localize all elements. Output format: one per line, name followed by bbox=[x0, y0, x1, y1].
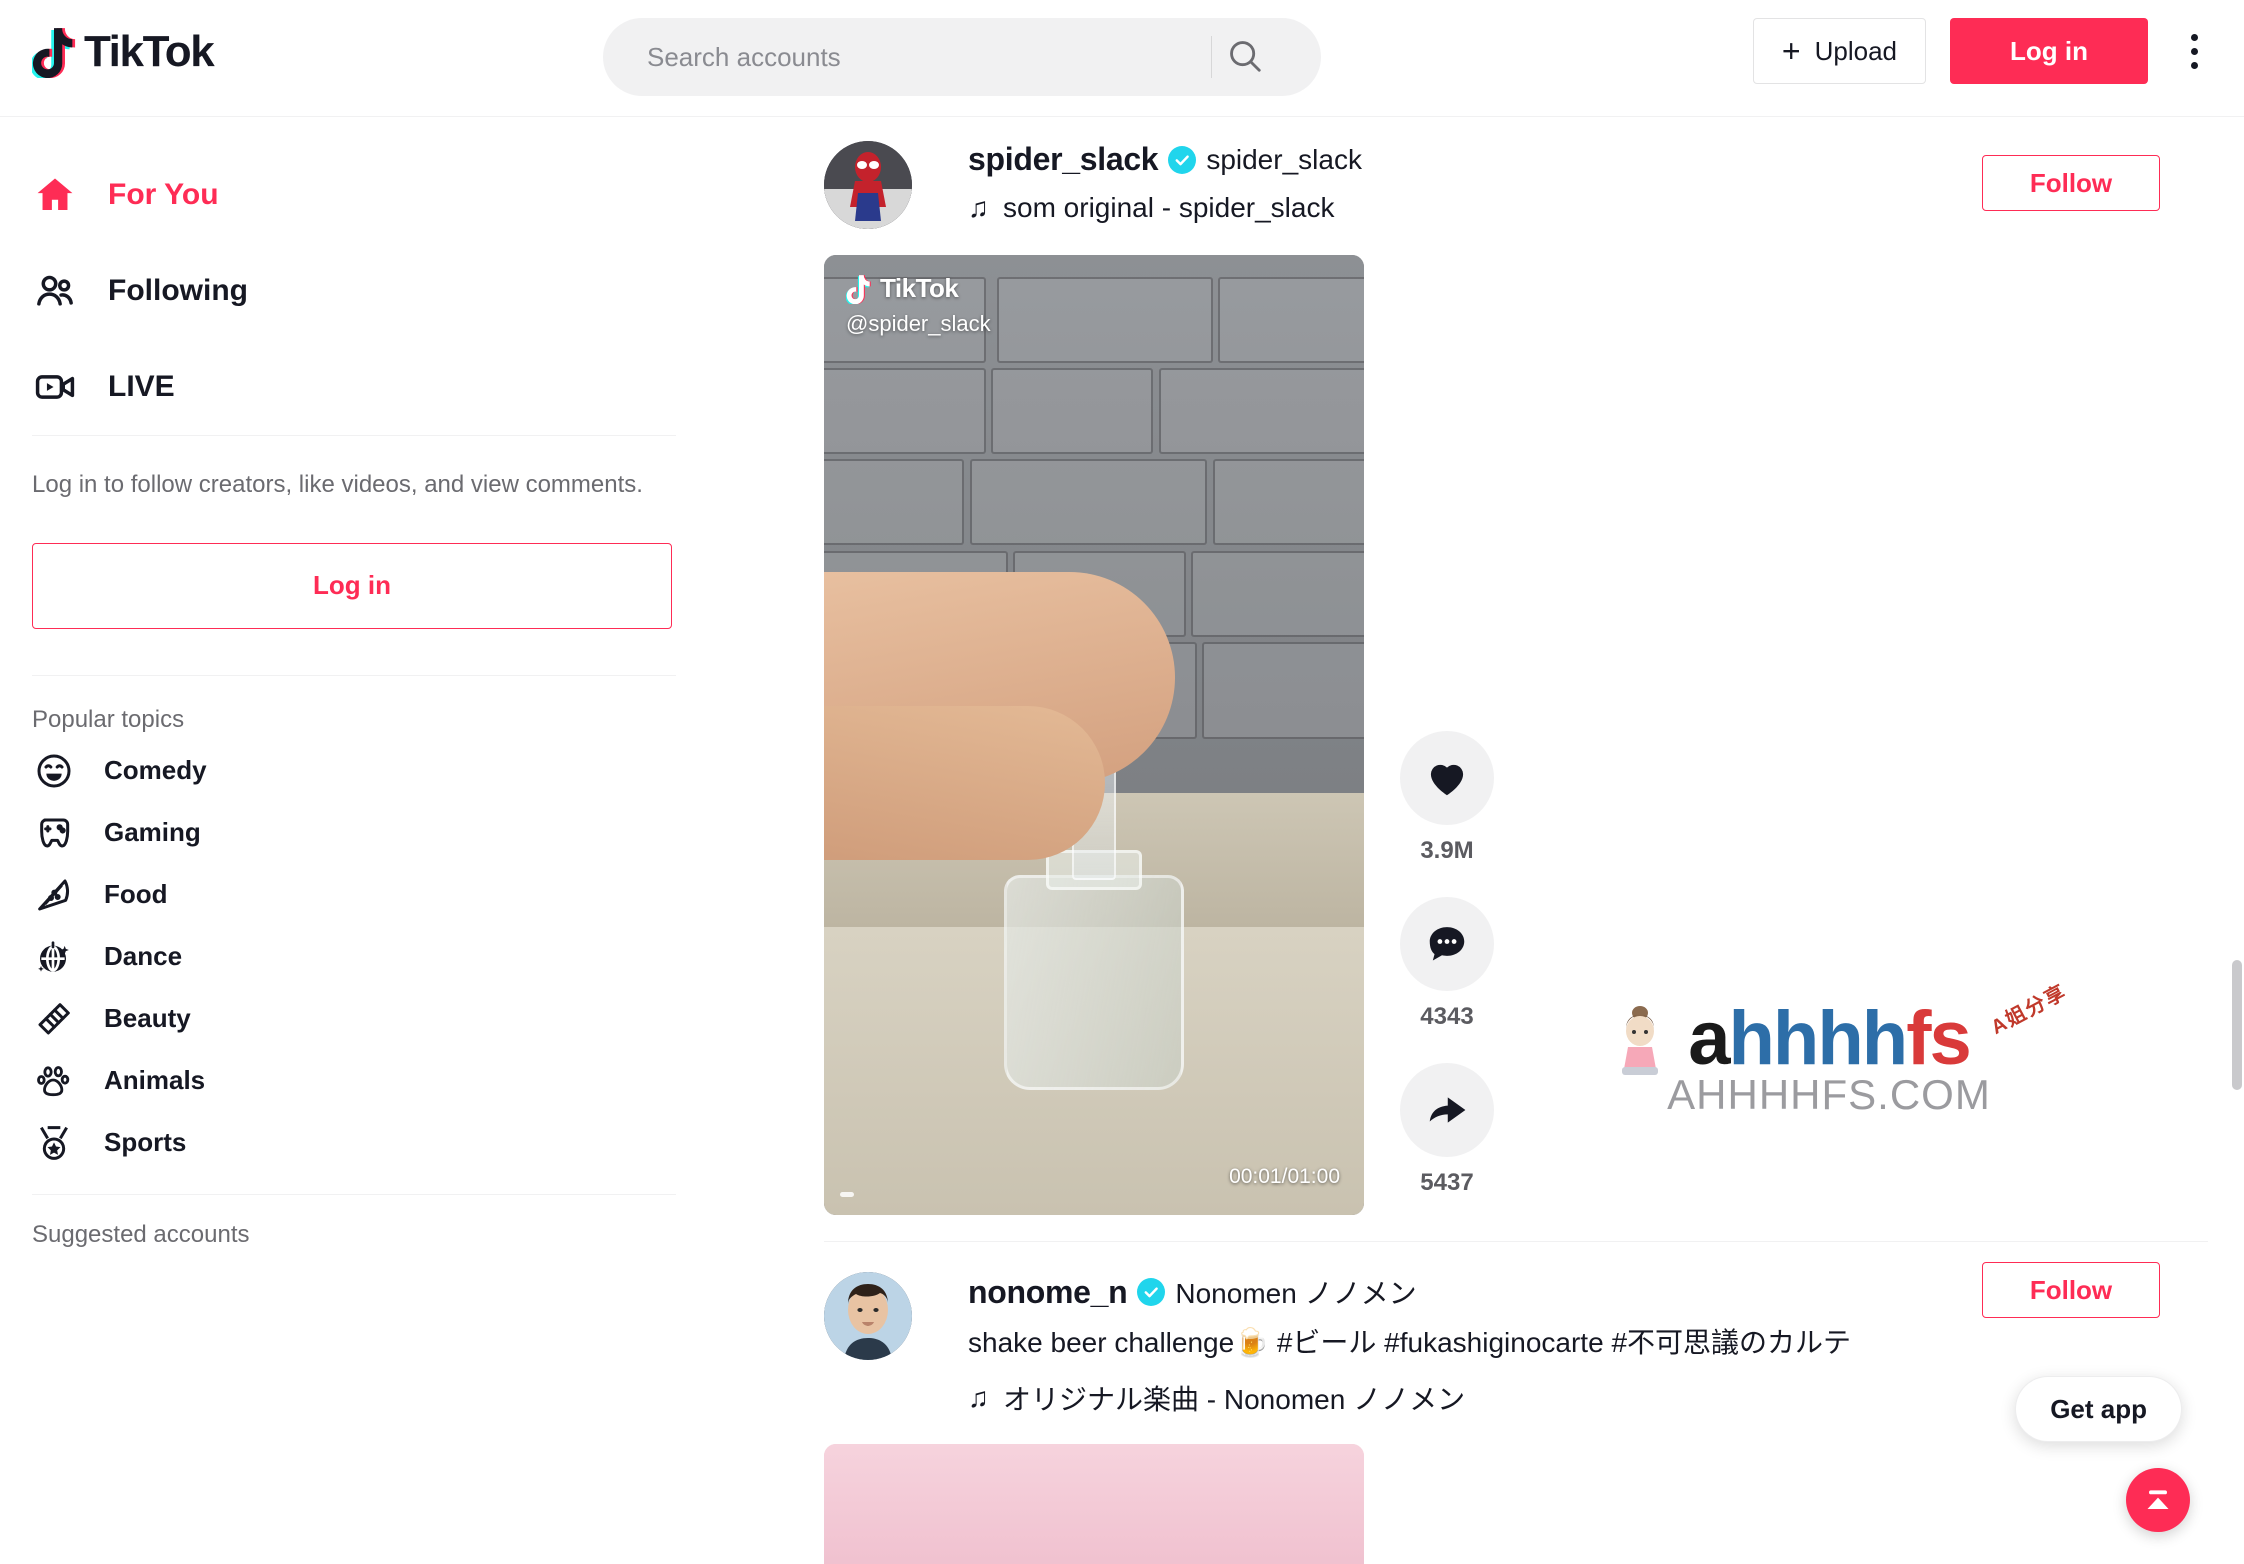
sidebar-label-for-you: For You bbox=[108, 178, 219, 211]
pizza-slice-icon bbox=[32, 873, 76, 917]
kebab-menu-icon[interactable] bbox=[2172, 18, 2216, 84]
medal-icon bbox=[32, 1121, 76, 1165]
post-music-title: som original - spider_slack bbox=[1003, 192, 1335, 223]
header-actions: + Upload Log in bbox=[1752, 18, 2216, 84]
video-player[interactable] bbox=[824, 1444, 1364, 1564]
video-actions: 3.9M 4343 5437 bbox=[1364, 731, 1494, 1215]
music-note-icon: ♫ bbox=[968, 192, 989, 223]
sidebar-nav: For You Following LIVE bbox=[32, 117, 688, 435]
post-caption: shake beer challenge🍺 #ビール #fukashiginoc… bbox=[968, 1327, 1852, 1358]
topic-item-comedy[interactable]: Comedy bbox=[32, 740, 688, 802]
like-action[interactable]: 3.9M bbox=[1400, 731, 1494, 865]
topic-label-beauty: Beauty bbox=[104, 1003, 191, 1034]
video-frame bbox=[824, 1444, 1364, 1564]
sidebar: For You Following LIVE Log in to follow … bbox=[0, 117, 688, 1564]
topic-item-sports[interactable]: Sports bbox=[32, 1112, 688, 1174]
video-thumb bbox=[824, 706, 1105, 860]
topic-label-food: Food bbox=[104, 879, 168, 910]
topic-item-dance[interactable]: Dance bbox=[32, 926, 688, 988]
share-action[interactable]: 5437 bbox=[1400, 1063, 1494, 1197]
topic-label-gaming: Gaming bbox=[104, 817, 201, 848]
sidebar-item-live[interactable]: LIVE bbox=[32, 339, 688, 435]
topic-item-gaming[interactable]: Gaming bbox=[32, 802, 688, 864]
like-count: 3.9M bbox=[1420, 837, 1474, 864]
verified-badge-icon bbox=[1137, 1278, 1166, 1306]
post-video-row bbox=[824, 1418, 2244, 1564]
share-count: 5437 bbox=[1420, 1169, 1474, 1196]
suggested-accounts-title: Suggested accounts bbox=[32, 1220, 250, 1248]
post-username[interactable]: spider_slack bbox=[968, 141, 1159, 178]
topic-label-dance: Dance bbox=[104, 941, 183, 972]
tiktok-note-icon bbox=[30, 26, 76, 80]
share-icon[interactable] bbox=[1400, 1063, 1494, 1157]
upload-button[interactable]: + Upload bbox=[1752, 18, 1926, 84]
video-watermark-text: TikTok bbox=[880, 273, 959, 303]
video-progress-bar[interactable] bbox=[840, 1192, 854, 1197]
comment-icon[interactable] bbox=[1400, 897, 1494, 991]
topic-label-animals: Animals bbox=[104, 1065, 206, 1096]
paw-print-icon bbox=[32, 1059, 76, 1103]
topic-label-comedy: Comedy bbox=[104, 755, 207, 786]
post-video-row: TikTok @spider_slack 00:01/01:00 3.9M 43… bbox=[824, 229, 2244, 1215]
topic-label-sports: Sports bbox=[104, 1127, 187, 1158]
sidebar-item-for-you[interactable]: For You bbox=[32, 147, 688, 243]
scroll-to-top-icon[interactable] bbox=[2126, 1468, 2190, 1532]
follow-button[interactable]: Follow bbox=[1982, 1262, 2160, 1318]
app-header: TikTok + Upload Log in bbox=[0, 0, 2244, 117]
search-input[interactable] bbox=[603, 22, 1203, 92]
login-prompt-text: Log in to follow creators, like videos, … bbox=[32, 471, 643, 498]
comment-count: 4343 bbox=[1420, 1003, 1474, 1030]
sidebar-item-following[interactable]: Following bbox=[32, 243, 688, 339]
header-login-button[interactable]: Log in bbox=[1950, 18, 2148, 84]
get-app-button[interactable]: Get app bbox=[2015, 1376, 2182, 1442]
live-video-icon bbox=[32, 364, 78, 410]
feed-post: spider_slack spider_slack ♫ som original… bbox=[688, 117, 2244, 1215]
video-watermark-logo: TikTok bbox=[846, 273, 959, 304]
video-timestamp: 00:01/01:00 bbox=[1229, 1165, 1340, 1188]
verified-badge-icon bbox=[1168, 145, 1197, 174]
people-icon bbox=[32, 268, 78, 314]
post-username[interactable]: nonome_n bbox=[968, 1274, 1128, 1311]
search-icon bbox=[1226, 37, 1264, 78]
tiktok-logo[interactable]: TikTok bbox=[30, 26, 215, 80]
video-watermark-handle: @spider_slack bbox=[846, 311, 991, 336]
video-jar bbox=[1004, 875, 1184, 1091]
post-music-title: オリジナル楽曲 - Nonomen ノノメン bbox=[1003, 1384, 1466, 1415]
follow-button[interactable]: Follow bbox=[1982, 155, 2160, 211]
home-icon bbox=[32, 172, 78, 218]
hairbrush-icon bbox=[32, 997, 76, 1041]
avatar[interactable] bbox=[824, 141, 912, 229]
avatar[interactable] bbox=[824, 1272, 912, 1360]
sidebar-label-live: LIVE bbox=[108, 370, 175, 403]
page-scrollbar[interactable] bbox=[2232, 960, 2242, 1090]
upload-label: Upload bbox=[1814, 35, 1897, 66]
heart-icon[interactable] bbox=[1400, 731, 1494, 825]
video-feed: spider_slack spider_slack ♫ som original… bbox=[688, 117, 2244, 1564]
sidebar-label-following: Following bbox=[108, 274, 248, 307]
post-nickname: Nonomen ノノメン bbox=[1175, 1278, 1417, 1309]
smiley-face-icon bbox=[32, 749, 76, 793]
search-bar[interactable] bbox=[603, 18, 1321, 96]
feed-post: nonome_n Nonomen ノノメン shake beer challen… bbox=[688, 1242, 2244, 1564]
tiktok-wordmark: TikTok bbox=[84, 27, 215, 76]
topic-item-beauty[interactable]: Beauty bbox=[32, 988, 688, 1050]
search-button[interactable] bbox=[1212, 22, 1278, 92]
plus-icon: + bbox=[1781, 33, 1801, 69]
sidebar-login-button[interactable]: Log in bbox=[32, 542, 672, 629]
comment-action[interactable]: 4343 bbox=[1400, 897, 1494, 1031]
gamepad-icon bbox=[32, 811, 76, 855]
music-note-icon: ♫ bbox=[968, 1382, 989, 1413]
popular-topics-title: Popular topics bbox=[32, 705, 185, 733]
video-player[interactable]: TikTok @spider_slack 00:01/01:00 bbox=[824, 255, 1364, 1215]
disco-ball-icon bbox=[32, 935, 76, 979]
video-frame bbox=[824, 255, 1364, 1215]
topic-item-food[interactable]: Food bbox=[32, 864, 688, 926]
post-nickname: spider_slack bbox=[1206, 143, 1362, 175]
topic-item-animals[interactable]: Animals bbox=[32, 1050, 688, 1112]
